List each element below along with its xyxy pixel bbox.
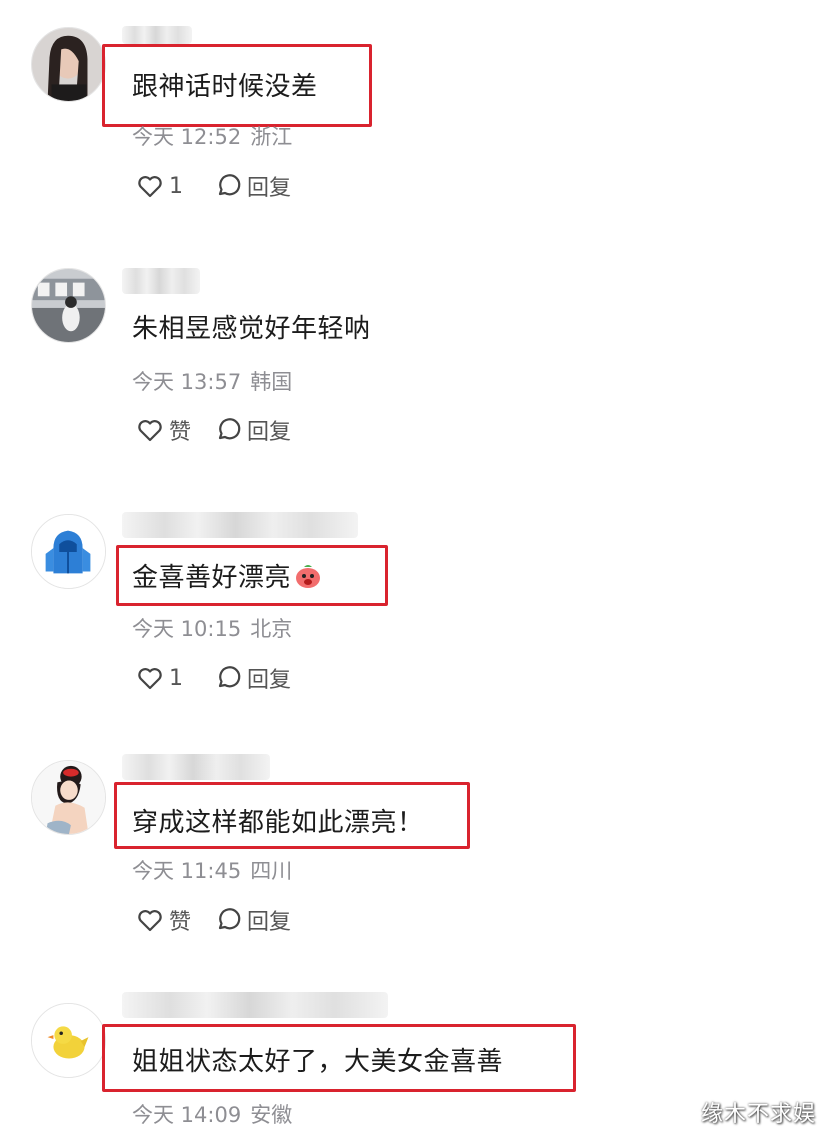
- comment-meta: 今天 11:45 四川: [132, 858, 301, 884]
- heart-icon: [138, 668, 162, 690]
- comment-meta: 今天 12:52 浙江: [132, 124, 301, 150]
- like-button[interactable]: 赞: [136, 904, 214, 936]
- highlight-box: [116, 545, 388, 606]
- username-blurred: [122, 754, 270, 780]
- like-count: 1: [169, 665, 183, 691]
- avatar[interactable]: [31, 268, 106, 343]
- avatar[interactable]: [31, 514, 106, 589]
- comment-actions: 1 回复: [136, 171, 291, 201]
- highlight-box: [102, 1024, 576, 1092]
- comment-actions: 赞 回复: [136, 905, 291, 935]
- comment-meta: 今天 10:15 北京: [132, 616, 301, 642]
- reply-label: 回复: [247, 420, 292, 445]
- watermark: 缘木不求娱: [700, 1102, 816, 1127]
- like-button[interactable]: 1: [136, 664, 214, 692]
- avatar[interactable]: [31, 760, 106, 835]
- comment-region: 北京: [250, 617, 293, 641]
- like-button[interactable]: 1: [136, 172, 214, 200]
- reply-button[interactable]: 回复: [214, 170, 291, 202]
- comment-region: 浙江: [250, 125, 293, 149]
- comment-time: 今天 10:15: [132, 617, 242, 641]
- reply-label: 回复: [247, 910, 292, 935]
- username-blurred: [122, 992, 388, 1018]
- comment-actions: 赞 回复: [136, 415, 291, 445]
- like-count: 1: [169, 173, 183, 199]
- reply-label: 回复: [247, 176, 292, 201]
- comment-meta: 今天 14:09 安徽: [132, 1102, 301, 1128]
- like-label: 赞: [169, 420, 192, 445]
- comment-region: 四川: [250, 859, 293, 883]
- speech-bubble-icon: [218, 174, 241, 196]
- comment-actions: 1 回复: [136, 663, 291, 693]
- like-button[interactable]: 赞: [136, 414, 214, 446]
- reply-button[interactable]: 回复: [214, 904, 291, 936]
- username-blurred: [122, 512, 358, 538]
- comment-time: 今天 11:45: [132, 859, 242, 883]
- heart-icon: [138, 176, 162, 198]
- reply-button[interactable]: 回复: [214, 662, 291, 694]
- heart-icon: [138, 420, 162, 442]
- highlight-box: [114, 782, 470, 849]
- username-blurred: [122, 268, 200, 294]
- avatar[interactable]: [31, 1003, 106, 1078]
- reply-label: 回复: [247, 668, 292, 693]
- reply-button[interactable]: 回复: [214, 414, 291, 446]
- avatar[interactable]: [31, 27, 106, 102]
- like-label: 赞: [169, 910, 192, 935]
- heart-icon: [138, 910, 162, 932]
- comment-meta: 今天 13:57 韩国: [132, 369, 301, 395]
- speech-bubble-icon: [218, 418, 241, 440]
- comment-region: 安徽: [250, 1103, 293, 1127]
- comment-region: 韩国: [250, 370, 293, 394]
- comment-time: 今天 13:57: [132, 370, 242, 394]
- speech-bubble-icon: [218, 666, 241, 688]
- username-blurred: [122, 26, 192, 44]
- comment-time: 今天 12:52: [132, 125, 242, 149]
- comment-time: 今天 14:09: [132, 1103, 242, 1127]
- speech-bubble-icon: [218, 908, 241, 930]
- highlight-box: [102, 44, 372, 127]
- comment-text: 朱相昱感觉好年轻呐: [132, 314, 371, 344]
